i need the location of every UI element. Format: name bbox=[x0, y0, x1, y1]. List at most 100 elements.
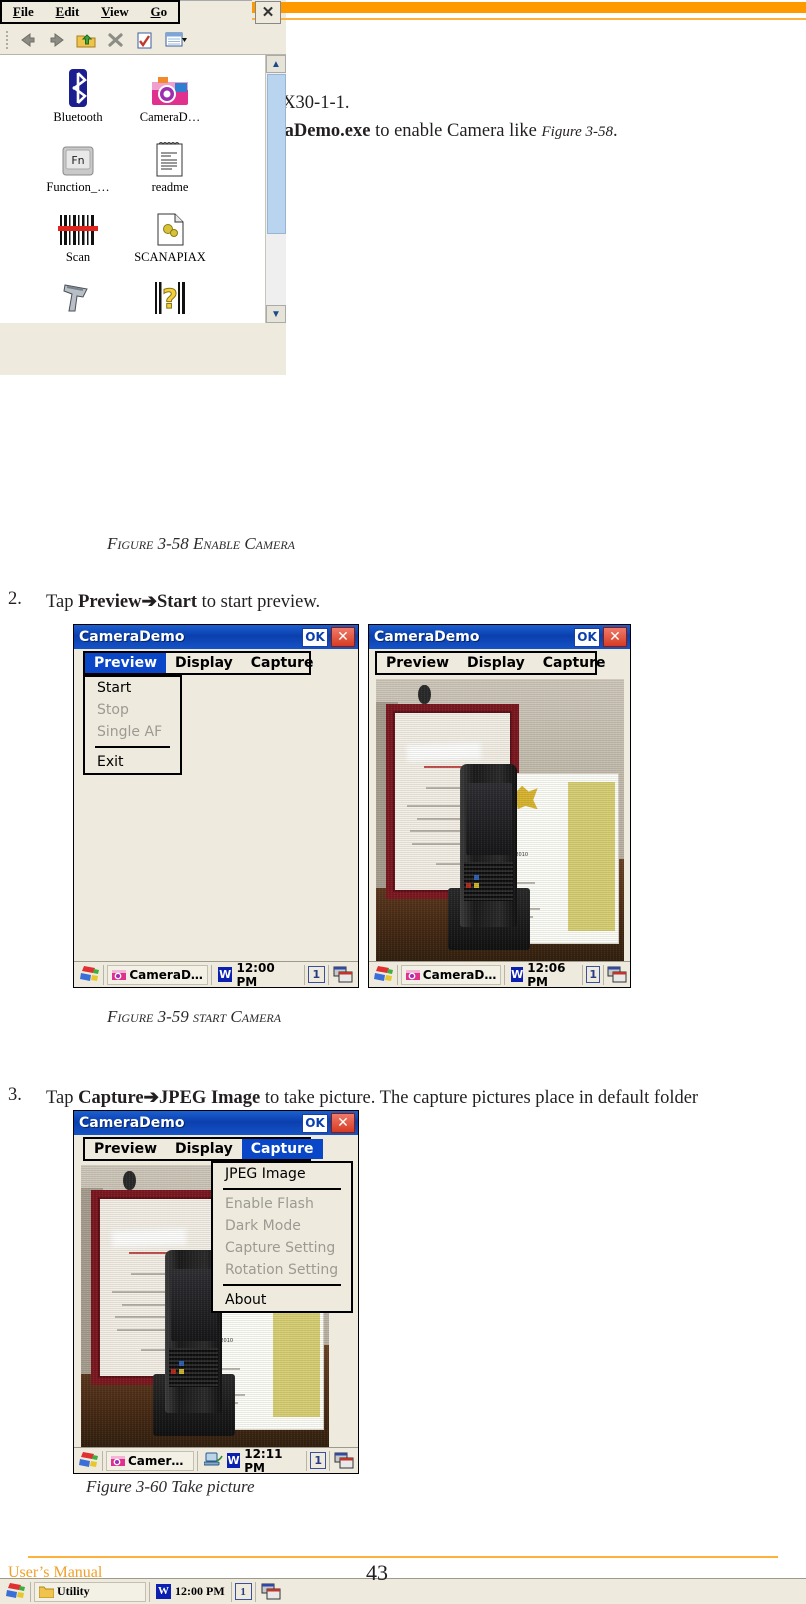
scroll-down-icon[interactable]: ▼ bbox=[266, 305, 286, 323]
windows-start-icon[interactable] bbox=[372, 965, 394, 985]
switch-window-icon[interactable] bbox=[332, 965, 355, 985]
scrollbar-thumb[interactable] bbox=[267, 74, 286, 234]
menu-item-capture[interactable]: Capture bbox=[241, 1139, 323, 1159]
menu-item-display[interactable]: Display bbox=[166, 1139, 242, 1159]
bluetooth-icon bbox=[30, 65, 126, 107]
menu-item-capture[interactable]: Capture bbox=[242, 653, 323, 673]
scroll-up-icon[interactable]: ▲ bbox=[266, 55, 286, 73]
explorer-window[interactable]: File Edit View Go ✕ Bluetooth CameraD… F… bbox=[0, 0, 806, 1604]
dropdown-item-exit[interactable]: Exit bbox=[85, 751, 180, 773]
menu-item-preview[interactable]: Preview bbox=[85, 653, 167, 673]
dropdown-item-jpeg-image[interactable]: JPEG Image bbox=[213, 1163, 351, 1185]
camera-demo-preview-window[interactable]: CameraDemo OK ✕ Preview Display Capture bbox=[368, 624, 631, 989]
taskbar-task-utility[interactable]: Utility bbox=[34, 1581, 146, 1602]
taskbar-count-badge[interactable]: 1 bbox=[586, 966, 601, 983]
taskbar-clock-area[interactable]: W 12:00 PM bbox=[153, 1584, 228, 1599]
file-item-scanapiax[interactable]: SCANAPIAX bbox=[122, 205, 218, 265]
dropdown-item-rotation-setting[interactable]: Rotation Setting bbox=[213, 1259, 351, 1281]
close-icon[interactable]: ✕ bbox=[603, 627, 627, 647]
taskbar-count-badge[interactable]: 1 bbox=[310, 1452, 327, 1469]
menu-edit-rest: dit bbox=[64, 4, 80, 19]
dropdown-item-about[interactable]: About bbox=[213, 1289, 351, 1311]
file-item-scanner[interactable] bbox=[30, 273, 126, 318]
windows-start-icon[interactable] bbox=[77, 1451, 99, 1471]
close-icon[interactable]: ✕ bbox=[331, 1113, 355, 1133]
network-connection-icon[interactable] bbox=[203, 1452, 223, 1470]
file-item-barcode-help[interactable]: ? bbox=[122, 273, 218, 318]
figure-caption-3-59: Figure 3-59 start Camera bbox=[107, 1007, 282, 1026]
file-item-bluetooth[interactable]: Bluetooth bbox=[30, 65, 126, 125]
menu-item-edit[interactable]: Edit bbox=[56, 4, 80, 20]
dropdown-item-dark-mode[interactable]: Dark Mode bbox=[213, 1215, 351, 1237]
dropdown-item-enable-flash[interactable]: Enable Flash bbox=[213, 1193, 351, 1215]
explorer-menubar[interactable]: File Edit View Go bbox=[0, 0, 180, 24]
views-icon[interactable] bbox=[161, 29, 191, 51]
menu-item-view[interactable]: View bbox=[101, 4, 129, 20]
taskbar-task-camerademo[interactable]: CameraD… bbox=[107, 964, 208, 985]
delete-icon[interactable] bbox=[103, 29, 127, 51]
file-item-function[interactable]: Fn Function_… bbox=[30, 135, 126, 195]
dropdown-item-start[interactable]: Start bbox=[85, 677, 180, 699]
taskbar-task-camerademo[interactable]: CameraD… bbox=[400, 964, 502, 985]
file-item-scan[interactable]: Scan bbox=[30, 205, 126, 265]
ok-button[interactable]: OK bbox=[302, 627, 328, 647]
properties-icon[interactable] bbox=[132, 29, 156, 51]
input-panel-icon[interactable]: W bbox=[226, 1453, 241, 1468]
camera-menubar[interactable]: Preview Display Capture bbox=[83, 651, 314, 675]
camera-live-preview[interactable]: 2010 bbox=[376, 679, 624, 961]
input-panel-icon[interactable]: W bbox=[217, 967, 233, 982]
vertical-scrollbar[interactable]: ▲ ▼ bbox=[265, 55, 286, 323]
taskbar-count-badge[interactable]: 1 bbox=[234, 1583, 252, 1600]
camera-menubar[interactable]: Preview Display Capture bbox=[375, 651, 606, 675]
close-icon[interactable]: ✕ bbox=[255, 1, 281, 24]
menu-view-rest: iew bbox=[110, 4, 129, 19]
taskbar-clock-area[interactable]: W 12:00 PM bbox=[215, 961, 301, 989]
menu-item-go[interactable]: Go bbox=[151, 4, 168, 20]
preview-dropdown-menu[interactable]: Start Stop Single AF Exit bbox=[83, 675, 182, 775]
windows-start-icon[interactable] bbox=[3, 1582, 27, 1602]
menu-item-display[interactable]: Display bbox=[166, 653, 242, 673]
explorer-file-list[interactable]: Bluetooth CameraD… Fn Function_… readme … bbox=[0, 54, 286, 323]
toolbar-grip[interactable] bbox=[4, 31, 11, 49]
taskbar-task-label: CameraD… bbox=[129, 967, 203, 982]
menu-item-capture[interactable]: Capture bbox=[534, 653, 615, 673]
explorer-taskbar[interactable]: Utility W 12:00 PM 1 bbox=[0, 1578, 806, 1604]
menu-item-preview[interactable]: Preview bbox=[85, 1139, 166, 1159]
file-item-readme[interactable]: readme bbox=[122, 135, 218, 195]
taskbar-count-badge[interactable]: 1 bbox=[307, 966, 325, 983]
dropdown-item-single-af[interactable]: Single AF bbox=[85, 721, 180, 743]
forward-icon[interactable] bbox=[45, 29, 69, 51]
switch-window-icon[interactable] bbox=[607, 965, 627, 985]
camera-demo-capture-window[interactable]: CameraDemo OK ✕ Preview Display Capture bbox=[73, 1110, 359, 1475]
ok-button[interactable]: OK bbox=[302, 1113, 328, 1133]
taskbar-task-camerademo[interactable]: Camer… bbox=[105, 1450, 194, 1471]
windows-start-icon[interactable] bbox=[77, 965, 100, 985]
camera-demo-menu-window[interactable]: CameraDemo OK ✕ Preview Display Capture … bbox=[73, 624, 359, 989]
dropdown-item-stop[interactable]: Stop bbox=[85, 699, 180, 721]
capture-dropdown-menu[interactable]: JPEG Image Enable Flash Dark Mode Captur… bbox=[211, 1161, 353, 1313]
file-item-camerademo[interactable]: CameraD… bbox=[122, 65, 218, 125]
barcode-help-icon: ? bbox=[122, 273, 218, 315]
back-icon[interactable] bbox=[16, 29, 40, 51]
camera-capture-taskbar[interactable]: Camer… W 12:11 PM 1 bbox=[74, 1447, 358, 1475]
camera-menubar[interactable]: Preview Display Capture bbox=[83, 1137, 323, 1161]
camera-preview-taskbar[interactable]: CameraD… W 12:06 PM 1 bbox=[369, 961, 630, 989]
input-panel-icon[interactable]: W bbox=[156, 1584, 171, 1599]
switch-window-icon[interactable] bbox=[333, 1451, 355, 1471]
taskbar-separator bbox=[196, 1450, 198, 1471]
taskbar-clock-area[interactable]: W 12:11 PM bbox=[201, 1447, 303, 1475]
input-panel-icon[interactable]: W bbox=[511, 967, 524, 982]
taskbar-clock: 12:11 PM bbox=[244, 1446, 283, 1475]
up-folder-icon[interactable] bbox=[74, 29, 98, 51]
step-3-text: Tap Capture➔JPEG Image to take picture. … bbox=[46, 1085, 786, 1111]
switch-window-icon[interactable] bbox=[259, 1582, 283, 1602]
svg-text:?: ? bbox=[162, 284, 178, 315]
menu-item-display[interactable]: Display bbox=[458, 653, 534, 673]
camera-menu-taskbar[interactable]: CameraD… W 12:00 PM 1 bbox=[74, 961, 358, 989]
menu-item-file[interactable]: File bbox=[13, 4, 34, 20]
ok-button[interactable]: OK bbox=[574, 627, 600, 647]
taskbar-clock-area[interactable]: W 12:06 PM bbox=[508, 961, 579, 989]
menu-item-preview[interactable]: Preview bbox=[377, 653, 458, 673]
close-icon[interactable]: ✕ bbox=[331, 627, 355, 647]
dropdown-item-capture-setting[interactable]: Capture Setting bbox=[213, 1237, 351, 1259]
